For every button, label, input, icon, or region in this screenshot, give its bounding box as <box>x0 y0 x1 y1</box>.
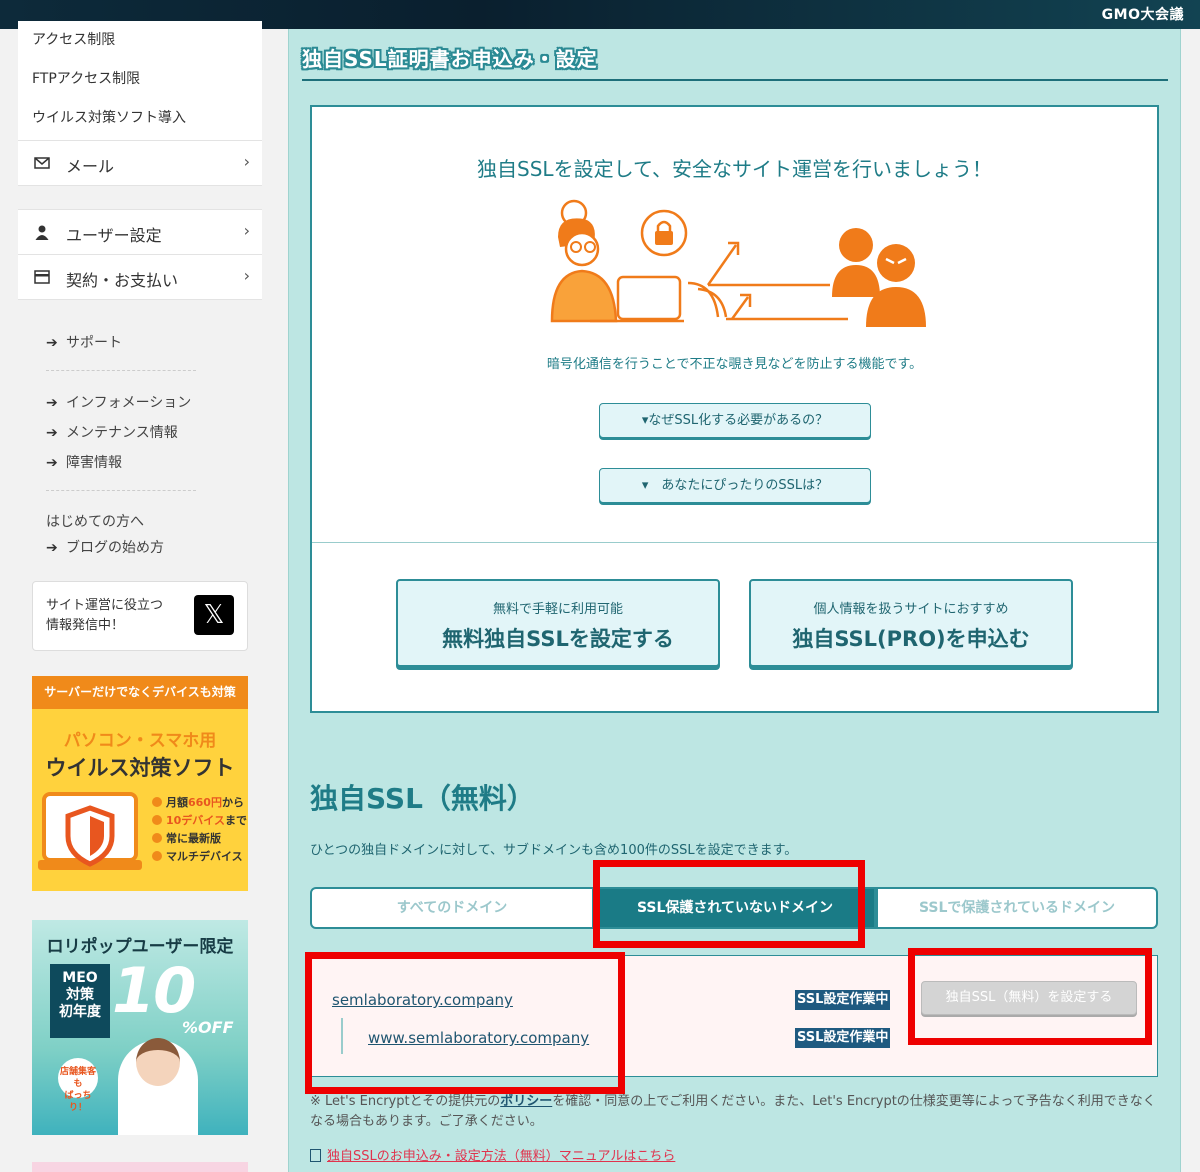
ad-bullet: 10デバイスまで <box>152 812 247 828</box>
sidebar-item-label: 契約・お支払い <box>66 271 179 290</box>
divider <box>46 370 196 371</box>
divider <box>312 542 1157 543</box>
server-submenu: アクセス制限 FTPアクセス制限 ウイルス対策ソフト導入 <box>18 21 262 141</box>
ad-bullet: 月額660円から <box>152 794 244 810</box>
sidebar-item-label: ユーザー設定 <box>66 226 162 245</box>
meo-ad-banner[interactable]: ロリポップユーザー限定 MEO 対策 初年度 10 %OFF 店舗集客も ばっち… <box>32 920 248 1135</box>
sidebar-item-billing[interactable]: 契約・お支払い › <box>18 254 262 300</box>
laptop-shield-icon <box>38 792 142 870</box>
sidebar-link-support[interactable]: ➔ サポート <box>46 332 122 352</box>
sidebar-item-access-limit[interactable]: アクセス制限 <box>18 21 262 60</box>
document-icon <box>310 1149 321 1162</box>
sidebar-item-user-settings[interactable]: ユーザー設定 › <box>18 209 262 255</box>
which-ssl-toggle[interactable]: ▾ あなたにぴったりのSSLは？ <box>599 468 871 503</box>
title-underline <box>302 79 1168 81</box>
free-ssl-button[interactable]: 無料で手軽に利用可能 無料独自SSLを設定する <box>396 579 720 667</box>
tab-protected-domains[interactable]: SSLで保護されているドメイン <box>876 887 1158 929</box>
ad-title-sub: パソコン・スマホ用 <box>63 731 217 751</box>
chevron-right-icon: › <box>243 266 250 285</box>
letsencrypt-note: ※ Let's Encryptとその提供元のポリシーを確認・同意の上でご利用くだ… <box>310 1094 1156 1129</box>
discount-unit: %OFF <box>182 1018 234 1037</box>
ssl-protection-illustration <box>550 199 926 327</box>
divider <box>46 490 196 491</box>
section-description: ひとつの独自ドメインに対して、サブドメインも含め100件のSSLを設定できます。 <box>310 843 798 858</box>
highlight-box-tab <box>593 860 865 948</box>
section-title: 独自SSL（無料） <box>310 782 535 815</box>
ad-banner-partial[interactable] <box>32 1162 248 1172</box>
ad-tag: 店舗集客も ばっちり！ <box>58 1058 98 1113</box>
intro-panel: 独自SSLを設定して、安全なサイト運営を行いましょう！ 暗号化通信を行うことで不… <box>310 105 1159 713</box>
sidebar-link-outage[interactable]: ➔ 障害情報 <box>46 452 122 472</box>
arrow-right-icon: ➔ <box>46 540 58 556</box>
sidebar-item-ftp-limit[interactable]: FTPアクセス制限 <box>18 60 262 99</box>
credit-card-icon <box>34 270 50 284</box>
antivirus-ad-banner[interactable]: サーバーだけでなくデバイスも対策 パソコン・スマホ用 ウイルス対策ソフト 月額6… <box>32 676 248 891</box>
sidebar-link-blog[interactable]: ➔ ブログの始め方 <box>46 537 164 557</box>
ad-bullet: マルチデバイス <box>152 848 243 864</box>
sidebar-item-label: メール <box>66 157 115 176</box>
sidebar-link-information[interactable]: ➔ インフォメーション <box>46 392 191 412</box>
page-title: 独自SSL証明書お申込み・設定 <box>302 47 598 71</box>
x-promo-box[interactable]: サイト運営に役立つ 情報発信中！ 𝕏 <box>32 581 248 651</box>
sidebar-link-first-time[interactable]: はじめての方へ <box>46 511 144 531</box>
manual-link[interactable]: 独自SSLのお申込み・設定方法（無料）マニュアルはこちら <box>310 1145 675 1164</box>
ad-title-main: ウイルス対策ソフト <box>45 756 235 780</box>
chevron-right-icon: › <box>243 221 250 240</box>
status-badge: SSL設定作業中 <box>795 1028 891 1048</box>
discount-number: 10 <box>112 954 196 1027</box>
cta-label: 無料独自SSLを設定する <box>442 627 674 651</box>
ad-header: サーバーだけでなくデバイスも対策 <box>32 676 248 709</box>
status-badge: SSL設定作業中 <box>795 990 891 1010</box>
arrow-right-icon: ➔ <box>46 425 58 441</box>
cta-subtext: 個人情報を扱うサイトにおすすめ <box>813 602 1009 617</box>
intro-description: 暗号化通信を行うことで不正な覗き見などを防止する機能です。 <box>546 357 923 372</box>
cta-subtext: 無料で手軽に利用可能 <box>492 602 623 617</box>
highlight-box-domain <box>305 952 625 1094</box>
intro-headline: 独自SSLを設定して、安全なサイト運営を行いましょう！ <box>477 157 992 181</box>
arrow-right-icon: ➔ <box>46 395 58 411</box>
x-promo-text: サイト運営に役立つ 情報発信中！ <box>46 598 164 633</box>
tab-all-domains[interactable]: すべてのドメイン <box>310 887 594 929</box>
highlight-box-button <box>908 948 1152 1045</box>
why-ssl-toggle[interactable]: ▾なぜSSL化する必要があるの？ <box>599 403 871 438</box>
chevron-right-icon: › <box>243 152 250 171</box>
sidebar-item-antivirus[interactable]: ウイルス対策ソフト導入 <box>18 99 262 138</box>
sidebar-item-mail[interactable]: メール › <box>18 140 262 186</box>
x-logo-icon: 𝕏 <box>194 595 234 635</box>
cta-label: 独自SSL(PRO)を申込む <box>792 627 1030 651</box>
user-icon <box>35 225 49 240</box>
pro-ssl-button[interactable]: 個人情報を扱うサイトにおすすめ 独自SSL(PRO)を申込む <box>749 579 1073 667</box>
ad-bullet: 常に最新版 <box>152 830 221 846</box>
sidebar-link-maintenance[interactable]: ➔ メンテナンス情報 <box>46 422 178 442</box>
person-head <box>136 1038 180 1086</box>
arrow-right-icon: ➔ <box>46 455 58 471</box>
policy-link[interactable]: ポリシー <box>500 1094 552 1109</box>
mail-icon <box>34 157 50 169</box>
arrow-right-icon: ➔ <box>46 335 58 351</box>
meo-badge: MEO 対策 初年度 <box>50 964 110 1038</box>
gmo-logo[interactable]: GMO大会議 <box>1102 4 1184 24</box>
